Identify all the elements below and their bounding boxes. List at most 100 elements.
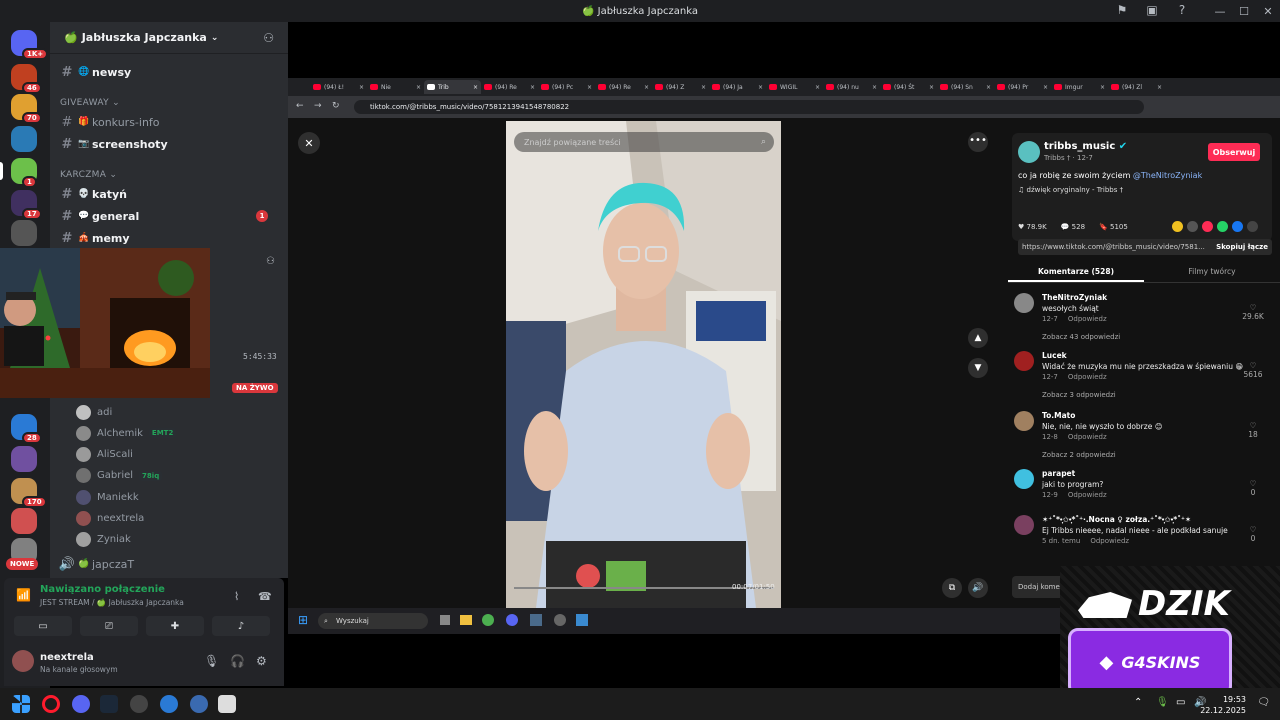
comment-author[interactable]: ✶⁺˚*•̩̩͙✩•̩̩͙*˚⁺‧.Nocna ♀ zołza.⁺˚*•̩̩͙✩… <box>1042 515 1191 524</box>
facebook-icon[interactable] <box>1232 221 1243 232</box>
volume-icon[interactable]: 🔊 <box>968 578 988 598</box>
stream-preview[interactable] <box>0 248 210 398</box>
sound-link[interactable]: ♫ dźwięk oryginalny - Tribbs † <box>1018 186 1123 194</box>
channel-konkurs-info[interactable]: # 🎁 konkurs-info <box>58 112 280 132</box>
voice-user[interactable]: Gabriel 78iq <box>76 466 276 486</box>
send-icon[interactable] <box>1202 221 1213 232</box>
channel-general[interactable]: # 💬 general 1 <box>58 206 280 226</box>
notepad-icon[interactable] <box>218 695 236 713</box>
update-icon[interactable]: ▣ <box>1144 3 1160 19</box>
channel-katyn[interactable]: # 💀 katyń <box>58 184 280 204</box>
copy-link-button[interactable]: Skopiuj łącze <box>1216 243 1268 251</box>
reload-icon[interactable]: ↻ <box>332 101 340 111</box>
comment-like[interactable]: ♡ 29.6K <box>1238 303 1268 321</box>
mic-tray-icon[interactable]: 🎙 <box>1156 697 1169 708</box>
browser-tab[interactable]: (94) Pr × <box>994 80 1051 94</box>
notification-icon[interactable]: 🗨 <box>1257 697 1270 708</box>
browser-tab[interactable]: (94) Sn × <box>937 80 994 94</box>
embed-icon[interactable] <box>1187 221 1198 232</box>
add-user-icon[interactable]: ⚇ <box>266 256 275 267</box>
app-icon[interactable] <box>576 614 588 626</box>
add-member-icon[interactable]: ⚇ <box>263 31 274 45</box>
battlenet-icon[interactable] <box>190 695 208 713</box>
back-icon[interactable]: ← <box>296 101 304 111</box>
comment-like[interactable]: ♡ 0 <box>1238 525 1268 543</box>
reply-link[interactable]: Odpowiedz <box>1090 537 1129 545</box>
view-replies-link[interactable]: Zobacz 2 odpowiedzi <box>1042 451 1116 459</box>
headphones-icon[interactable]: 🎧 <box>230 654 245 668</box>
help-icon[interactable]: ? <box>1174 3 1190 19</box>
tab-close-icon[interactable]: × <box>416 84 421 91</box>
pip-icon[interactable]: ⧉ <box>942 578 962 598</box>
more-options-icon[interactable]: ••• <box>968 132 988 152</box>
tab-close-icon[interactable]: × <box>644 84 649 91</box>
opera-icon[interactable] <box>42 695 60 713</box>
tab-close-icon[interactable]: × <box>1043 84 1048 91</box>
inbox-icon[interactable]: ⚑ <box>1114 3 1130 19</box>
browser-tab[interactable]: WIGIL × <box>766 80 823 94</box>
tab-close-icon[interactable]: × <box>473 84 478 91</box>
comment-author[interactable]: Lucek <box>1042 351 1067 360</box>
category-giveaway[interactable]: GIVEAWAY ⌄ <box>60 98 120 108</box>
browser-tab[interactable]: (94) Śt × <box>880 80 937 94</box>
tab-close-icon[interactable]: × <box>359 84 364 91</box>
like-stat[interactable]: ♥ 78.9K <box>1018 223 1047 231</box>
taskbar-search[interactable]: ⌕ Wyszukaj <box>318 613 428 629</box>
mention-link[interactable]: @TheNitroZyniak <box>1133 171 1202 180</box>
screen-share-button[interactable]: ⎚ <box>80 616 138 636</box>
soundboard-button[interactable]: ♪ <box>212 616 270 636</box>
avatar[interactable] <box>1014 351 1034 371</box>
browser-tab[interactable]: (94) Ja × <box>709 80 766 94</box>
chrome-icon[interactable] <box>482 614 494 626</box>
video-player[interactable] <box>506 121 781 608</box>
tab-comments[interactable]: Komentarze (528) <box>1008 263 1144 282</box>
steam-icon[interactable] <box>554 614 566 626</box>
tab-creator-videos[interactable]: Filmy twórcy <box>1144 263 1280 282</box>
comment-author[interactable]: TheNitroZyniak <box>1042 293 1107 302</box>
save-stat[interactable]: 🔖 5105 <box>1099 223 1128 231</box>
discord-icon[interactable] <box>506 614 518 626</box>
minimize-icon[interactable]: — <box>1208 5 1232 18</box>
windows-start-icon[interactable] <box>12 695 30 713</box>
browser-tab[interactable]: Trib × <box>424 80 481 94</box>
browser-tab[interactable]: (94) nu × <box>823 80 880 94</box>
voice-user[interactable]: Maniekk <box>76 487 276 507</box>
url-field[interactable]: tiktok.com/@tribbs_music/video/758121394… <box>354 100 1144 114</box>
server-header[interactable]: 🍏 Jabłuszka Japczanka ⌄ ⚇ <box>50 22 288 54</box>
xbox-icon[interactable] <box>530 614 542 626</box>
browser-tab[interactable]: (94) Z × <box>652 80 709 94</box>
share-icon[interactable] <box>1247 221 1258 232</box>
maximize-icon[interactable]: ☐ <box>1232 5 1256 18</box>
channel-memy[interactable]: # 🎪 memy <box>58 228 280 248</box>
reply-link[interactable]: Odpowiedz <box>1068 491 1107 499</box>
channel-screenshoty[interactable]: # 📷 screenshoty <box>58 134 280 154</box>
video-link[interactable]: https://www.tiktok.com/@tribbs_music/vid… <box>1022 243 1205 251</box>
reply-link[interactable]: Odpowiedz <box>1068 433 1107 441</box>
windows-start-icon[interactable]: ⊞ <box>298 613 308 627</box>
tab-close-icon[interactable]: × <box>530 84 535 91</box>
browser-tab[interactable]: (94) Re × <box>595 80 652 94</box>
tab-close-icon[interactable]: × <box>1157 84 1162 91</box>
browser-tab[interactable]: (94) Pc × <box>538 80 595 94</box>
comment-like[interactable]: ♡ 5616 <box>1238 361 1268 379</box>
browser-tab[interactable]: Nie × <box>367 80 424 94</box>
comment-like[interactable]: ♡ 0 <box>1238 479 1268 497</box>
tab-close-icon[interactable]: × <box>701 84 706 91</box>
obs-icon[interactable] <box>130 695 148 713</box>
folder-icon[interactable] <box>460 615 472 625</box>
noise-suppression-icon[interactable]: ⌇ <box>234 590 239 603</box>
avatar[interactable] <box>1014 293 1034 313</box>
avatar[interactable] <box>1014 469 1034 489</box>
browser-tab[interactable]: Imgur × <box>1051 80 1108 94</box>
tab-close-icon[interactable]: × <box>587 84 592 91</box>
comment-author[interactable]: parapet <box>1042 469 1075 478</box>
camera-button[interactable]: ▭ <box>14 616 72 636</box>
previous-video-icon[interactable]: ▲ <box>968 328 988 348</box>
browser-tab[interactable]: (94) Ł! × <box>310 80 367 94</box>
category-karczma[interactable]: KARCZMA ⌄ <box>60 170 117 180</box>
voice-channel-path[interactable]: JEST STREAM / 🍏 Jabłuszka Japczanka <box>40 598 184 607</box>
settings-gear-icon[interactable]: ⚙ <box>256 654 267 668</box>
voice-user[interactable]: neextrela <box>76 509 276 529</box>
view-replies-link[interactable]: Zobacz 43 odpowiedzi <box>1042 333 1120 341</box>
forward-icon[interactable]: → <box>314 101 322 111</box>
